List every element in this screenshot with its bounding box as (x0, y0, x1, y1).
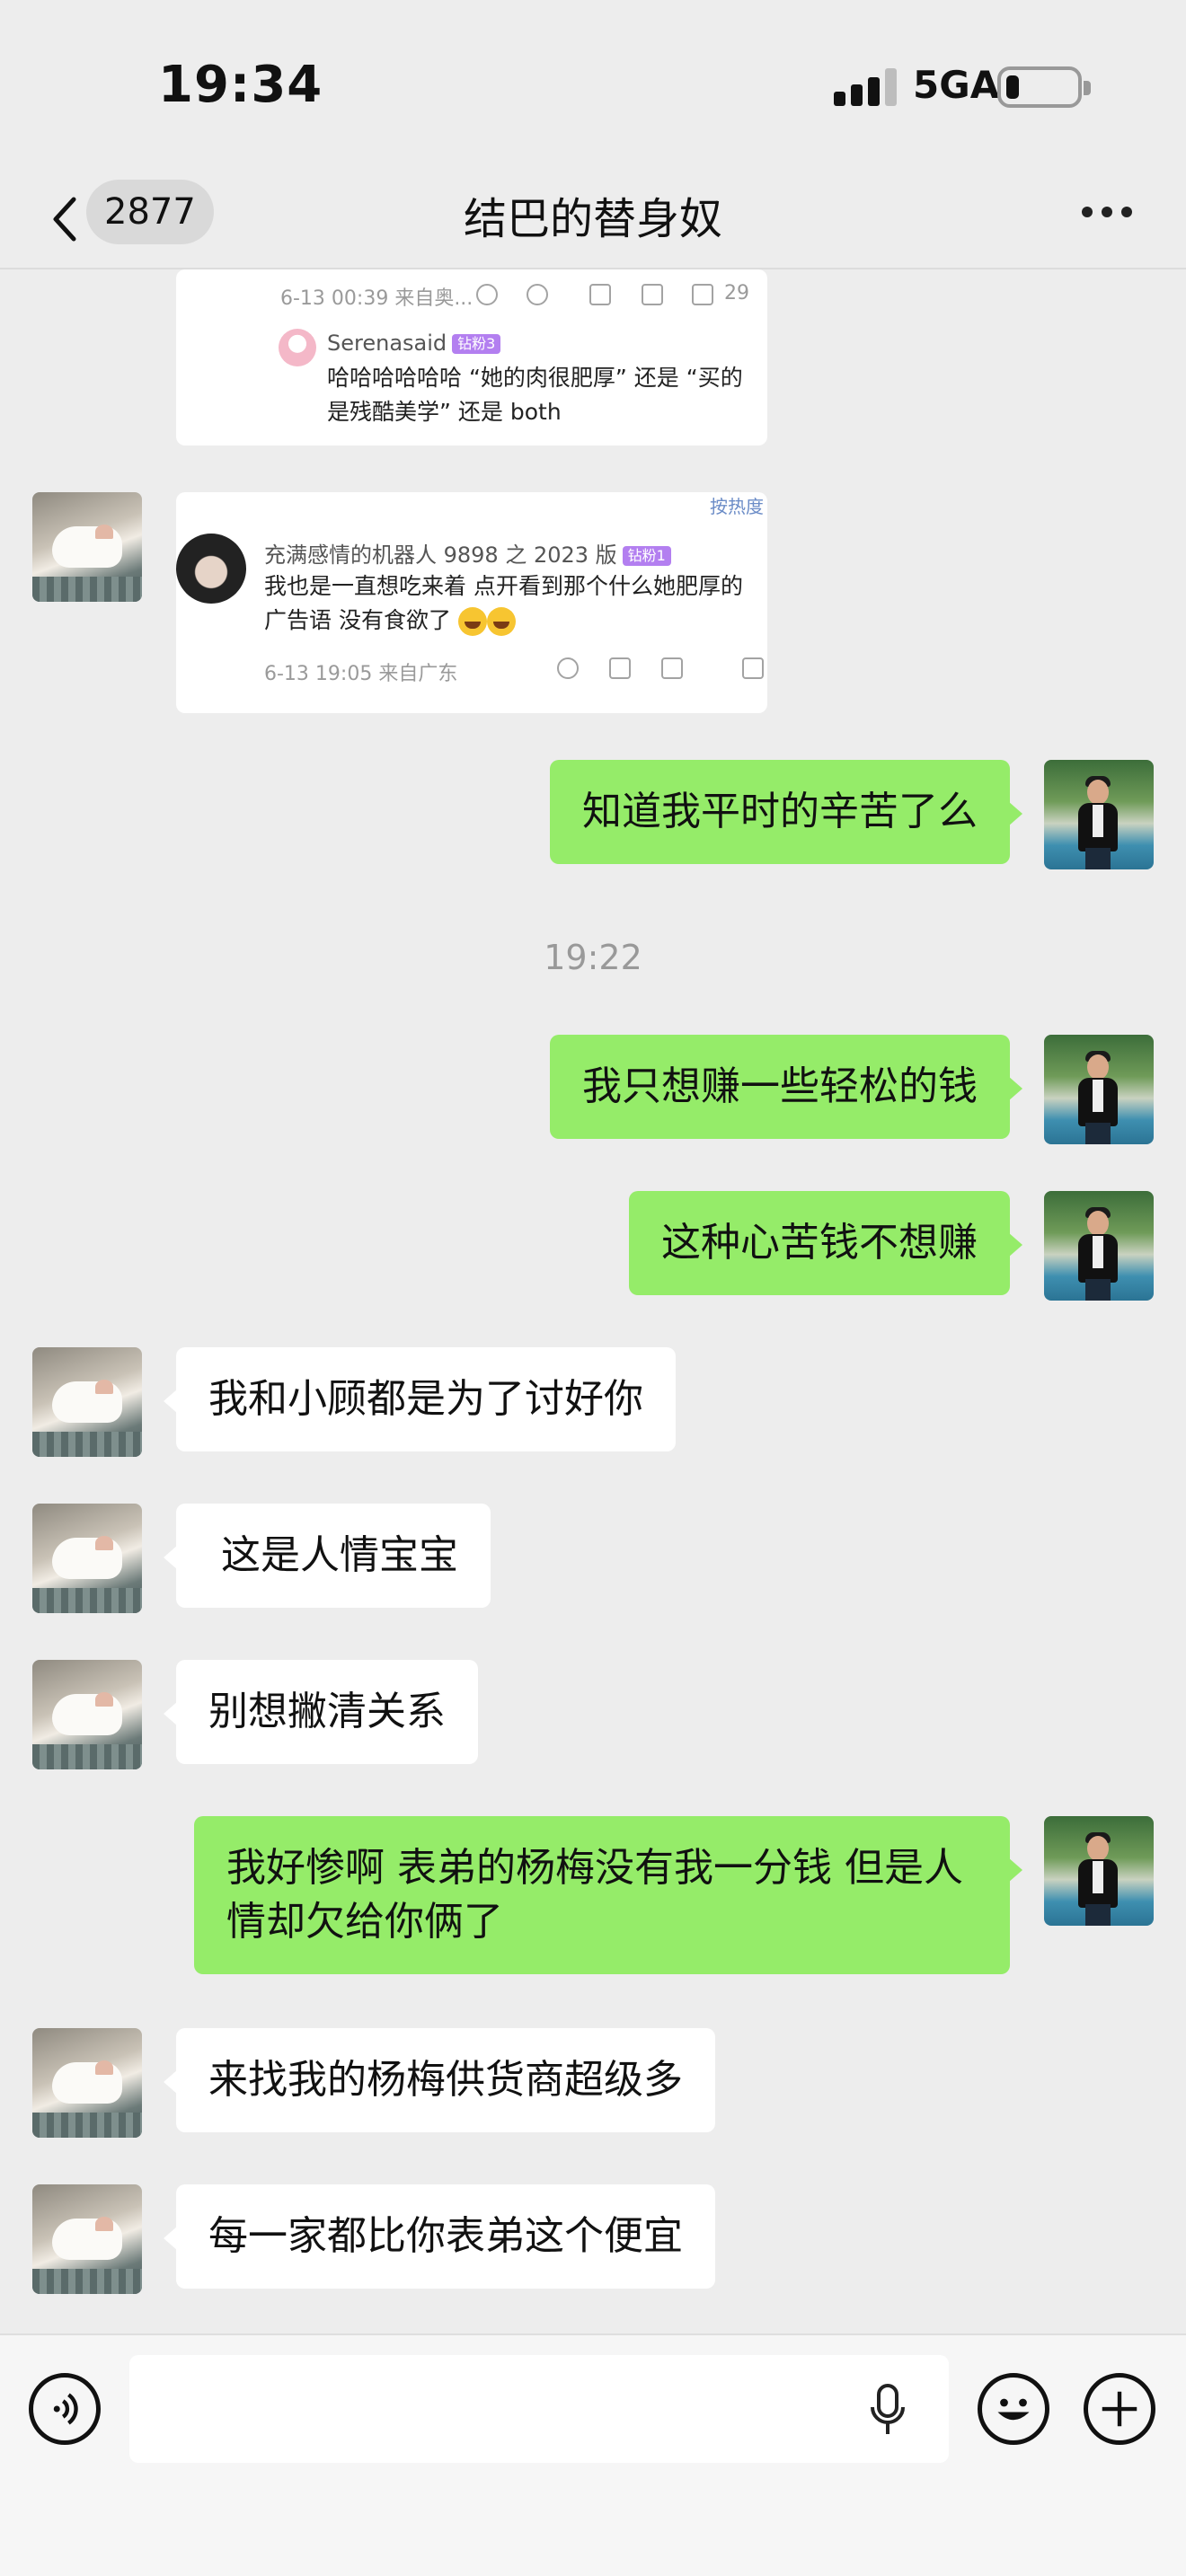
emoji-icon[interactable] (978, 2373, 1049, 2445)
message-bubble-sent[interactable]: 这种心苦钱不想赚 (629, 1191, 1022, 1295)
contact-avatar[interactable] (32, 1347, 142, 1457)
reply-user-avatar (279, 329, 316, 366)
message-bubble-received[interactable]: 这是人情宝宝 (164, 1504, 491, 1608)
comment-text: 我也是一直想吃来着 点开看到那个什么她肥厚的广告语 没有食欲了 (264, 569, 749, 638)
crying-emoji-icon (457, 607, 487, 636)
commenter-username: 充满感情的机器人 9898 之 2023 版 (264, 543, 617, 568)
contact-avatar[interactable] (32, 492, 142, 602)
battery-icon (997, 66, 1091, 108)
message-bubble-sent[interactable]: 我只想赚一些轻松的钱 (550, 1035, 1022, 1139)
reply-badge: 钻粉3 (452, 334, 501, 354)
contact-avatar[interactable] (32, 2184, 142, 2294)
commenter-badge: 钻粉1 (622, 546, 671, 566)
mic-icon[interactable] (870, 2384, 906, 2438)
reply-username: Serenasaid (327, 331, 447, 356)
contact-avatar[interactable] (32, 2028, 142, 2138)
commenter-avatar (176, 534, 246, 604)
message-timestamp: 19:22 (544, 938, 642, 977)
status-time: 19:34 (158, 56, 323, 114)
my-avatar[interactable] (1044, 760, 1154, 869)
status-bar: 19:34 5GA (0, 0, 1186, 171)
chat-title: 结巴的替身奴 (463, 194, 722, 244)
reply-user: Serenasaid 钻粉3 (327, 331, 501, 356)
signal-icon (834, 68, 897, 106)
commenter: 充满感情的机器人 9898 之 2023 版钻粉1 (264, 537, 671, 569)
dislike-icon (527, 284, 548, 305)
comment-meta: 6-13 00:39 来自奥... (280, 287, 474, 310)
sort-label: 按热度 (710, 496, 764, 517)
comment-icon (642, 284, 663, 305)
message-input[interactable] (129, 2355, 949, 2463)
voice-icon[interactable] (29, 2373, 101, 2445)
plus-icon[interactable] (1084, 2373, 1155, 2445)
network-label: 5GA (913, 63, 1000, 107)
my-avatar[interactable] (1044, 1816, 1154, 1926)
message-bubble-received[interactable]: 我和小顾都是为了讨好你 (164, 1347, 676, 1451)
report-icon (476, 284, 498, 305)
shared-screenshot-card[interactable]: 按热度 充满感情的机器人 9898 之 2023 版钻粉1 我也是一直想吃来着 … (176, 492, 767, 713)
input-bar (0, 2333, 1186, 2576)
share-icon (609, 657, 631, 679)
crying-emoji-icon (486, 607, 516, 636)
like-icon (742, 657, 764, 679)
chat-header: 2877 结巴的替身奴 (0, 171, 1186, 269)
my-avatar[interactable] (1044, 1035, 1154, 1144)
contact-avatar[interactable] (32, 1660, 142, 1769)
message-bubble-sent[interactable]: 我好惨啊 表弟的杨梅没有我一分钱 但是人情却欠给你俩了 (194, 1816, 1022, 1974)
share-icon (589, 284, 611, 305)
my-avatar[interactable] (1044, 1191, 1154, 1301)
message-bubble-received[interactable]: 每一家都比你表弟这个便宜 (164, 2184, 715, 2289)
shared-screenshot-card[interactable]: 6-13 00:39 来自奥... 29 Serenasaid 钻粉3 哈哈哈哈哈… (176, 269, 767, 446)
like-count: 29 (724, 282, 749, 304)
reply-text: 哈哈哈哈哈哈 “她的肉很肥厚” 还是 “买的是残酷美学” 还是 both (327, 365, 743, 425)
dislike-icon (557, 657, 579, 679)
message-bubble-received[interactable]: 别想撇清关系 (164, 1660, 478, 1764)
comment-meta: 6-13 19:05 来自广东 (264, 663, 458, 685)
like-icon (692, 284, 713, 305)
contact-avatar[interactable] (32, 1504, 142, 1613)
message-bubble-received[interactable]: 来找我的杨梅供货商超级多 (164, 2028, 715, 2132)
more-icon[interactable] (1082, 207, 1136, 221)
comment-icon (661, 657, 683, 679)
message-bubble-sent[interactable]: 知道我平时的辛苦了么 (550, 760, 1022, 864)
